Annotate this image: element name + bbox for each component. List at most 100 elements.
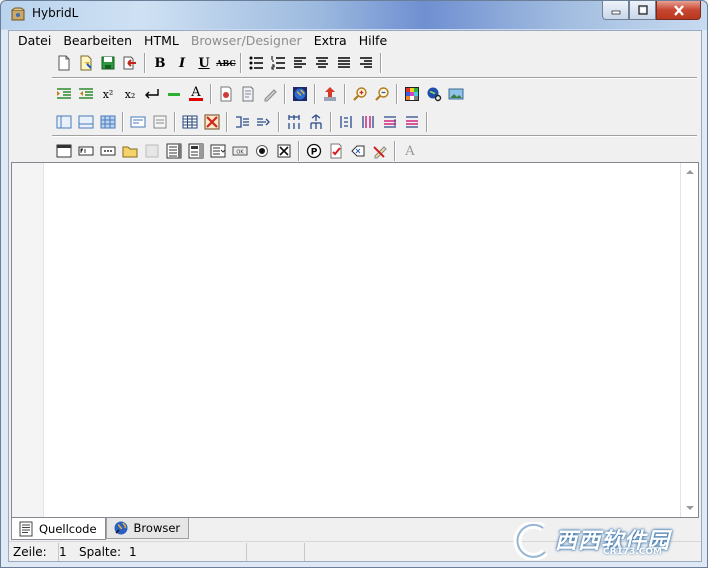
bold-button[interactable]: B (149, 52, 171, 74)
layer-button[interactable] (149, 111, 171, 133)
line-break-button[interactable] (141, 83, 163, 105)
italic-icon: I (178, 55, 186, 71)
source-code-editor[interactable] (11, 162, 699, 518)
menu-html[interactable]: HTML (138, 31, 185, 50)
merge-cells-button[interactable] (357, 111, 379, 133)
status-column-value: 1 (125, 542, 247, 561)
select-list-icon (188, 143, 204, 159)
upload-button[interactable] (319, 83, 341, 105)
toolbar-separator (298, 141, 300, 161)
password-field-button[interactable] (97, 140, 119, 162)
paragraph-button[interactable]: P (303, 140, 325, 162)
menu-extra[interactable]: Extra (308, 31, 353, 50)
toolbar-row-4: OK P A (53, 139, 421, 163)
horizontal-rule-icon (168, 93, 180, 96)
save-button[interactable] (97, 52, 119, 74)
align-right-icon (360, 57, 372, 68)
align-center-icon (316, 57, 328, 68)
checkbox-tool[interactable] (273, 140, 295, 162)
toolbar-divider (52, 77, 697, 79)
insert-row-below-button[interactable] (305, 111, 327, 133)
zoom-in-button[interactable] (349, 83, 371, 105)
frame-left-button[interactable] (53, 111, 75, 133)
tab-browser[interactable]: Browser (105, 518, 190, 539)
minimize-button[interactable] (602, 1, 629, 20)
radio-button-tool[interactable] (251, 140, 273, 162)
form-button[interactable] (53, 140, 75, 162)
watermark-logo: 西西软件园 CR173.COM (503, 520, 689, 562)
text-field-button[interactable] (75, 140, 97, 162)
strikethrough-button[interactable]: ABC (215, 52, 237, 74)
numbered-list-button[interactable] (267, 52, 289, 74)
indent-button[interactable] (53, 83, 75, 105)
remove-tag-button[interactable] (369, 140, 391, 162)
close-button[interactable] (656, 1, 701, 20)
preview-browser-button[interactable] (289, 83, 311, 105)
color-picker-button[interactable] (401, 83, 423, 105)
submit-button-tool[interactable]: OK (229, 140, 251, 162)
menu-hilfe[interactable]: Hilfe (353, 31, 393, 50)
scroll-down-arrow-icon[interactable] (686, 506, 694, 510)
outdent-button[interactable] (75, 83, 97, 105)
insert-column-right-button[interactable] (253, 111, 275, 133)
align-center-button[interactable] (311, 52, 333, 74)
hidden-field-button[interactable] (141, 140, 163, 162)
zoom-out-button[interactable] (371, 83, 393, 105)
toolbar-separator (344, 84, 346, 104)
insert-image-button[interactable] (445, 83, 467, 105)
close-file-button[interactable] (119, 52, 141, 74)
view-tabs: Quellcode Browser (11, 518, 190, 540)
maximize-button[interactable] (629, 1, 656, 20)
menu-datei[interactable]: Datei (12, 31, 57, 50)
align-left-icon (294, 57, 306, 68)
insert-table-button[interactable] (179, 111, 201, 133)
new-file-icon (58, 55, 70, 71)
div-box-button[interactable] (127, 111, 149, 133)
line-break-icon (145, 89, 159, 99)
tab-quellcode[interactable]: Quellcode (11, 518, 106, 540)
pen-button[interactable] (259, 83, 281, 105)
validate-button[interactable] (325, 140, 347, 162)
delete-table-button[interactable] (201, 111, 223, 133)
page-properties-button[interactable] (215, 83, 237, 105)
frame-grid-button[interactable] (97, 111, 119, 133)
delete-row-button[interactable] (401, 111, 423, 133)
font-color-button[interactable]: A (185, 83, 207, 105)
radio-icon (256, 145, 268, 157)
align-left-button[interactable] (289, 52, 311, 74)
insert-link-button[interactable] (423, 83, 445, 105)
horizontal-rule-button[interactable] (163, 83, 185, 105)
vertical-scrollbar[interactable] (680, 163, 698, 517)
folder-icon (122, 146, 138, 158)
insert-column-left-icon (236, 116, 249, 128)
select-list-button[interactable] (185, 140, 207, 162)
open-file-button[interactable] (75, 52, 97, 74)
file-upload-field-button[interactable] (119, 140, 141, 162)
frame-bottom-button[interactable] (75, 111, 97, 133)
align-right-button[interactable] (355, 52, 377, 74)
bullet-list-button[interactable] (245, 52, 267, 74)
underline-button[interactable]: U (193, 52, 215, 74)
checkbox-icon (277, 144, 291, 158)
font-button[interactable]: A (399, 140, 421, 162)
align-justify-button[interactable] (333, 52, 355, 74)
insert-column-left-button[interactable] (231, 111, 253, 133)
title-bar[interactable]: HybridL (1, 1, 707, 29)
document-info-button[interactable] (237, 83, 259, 105)
split-cell-button[interactable] (335, 111, 357, 133)
scroll-up-arrow-icon[interactable] (686, 170, 694, 174)
menu-bearbeiten[interactable]: Bearbeiten (57, 31, 138, 50)
new-file-button[interactable] (53, 52, 75, 74)
menu-browser-designer[interactable]: Browser/Designer (185, 31, 308, 50)
italic-button[interactable]: I (171, 52, 193, 74)
superscript-button[interactable]: x² (97, 83, 119, 105)
merge-rows-button[interactable] (379, 111, 401, 133)
textarea-button[interactable] (163, 140, 185, 162)
insert-row-above-button[interactable] (283, 111, 305, 133)
subscript-button[interactable]: x₂ (119, 83, 141, 105)
source-code-icon (19, 521, 33, 536)
toolbar-separator (380, 53, 382, 73)
dropdown-button[interactable] (207, 140, 229, 162)
upload-icon (324, 87, 336, 101)
tag-button[interactable] (347, 140, 369, 162)
